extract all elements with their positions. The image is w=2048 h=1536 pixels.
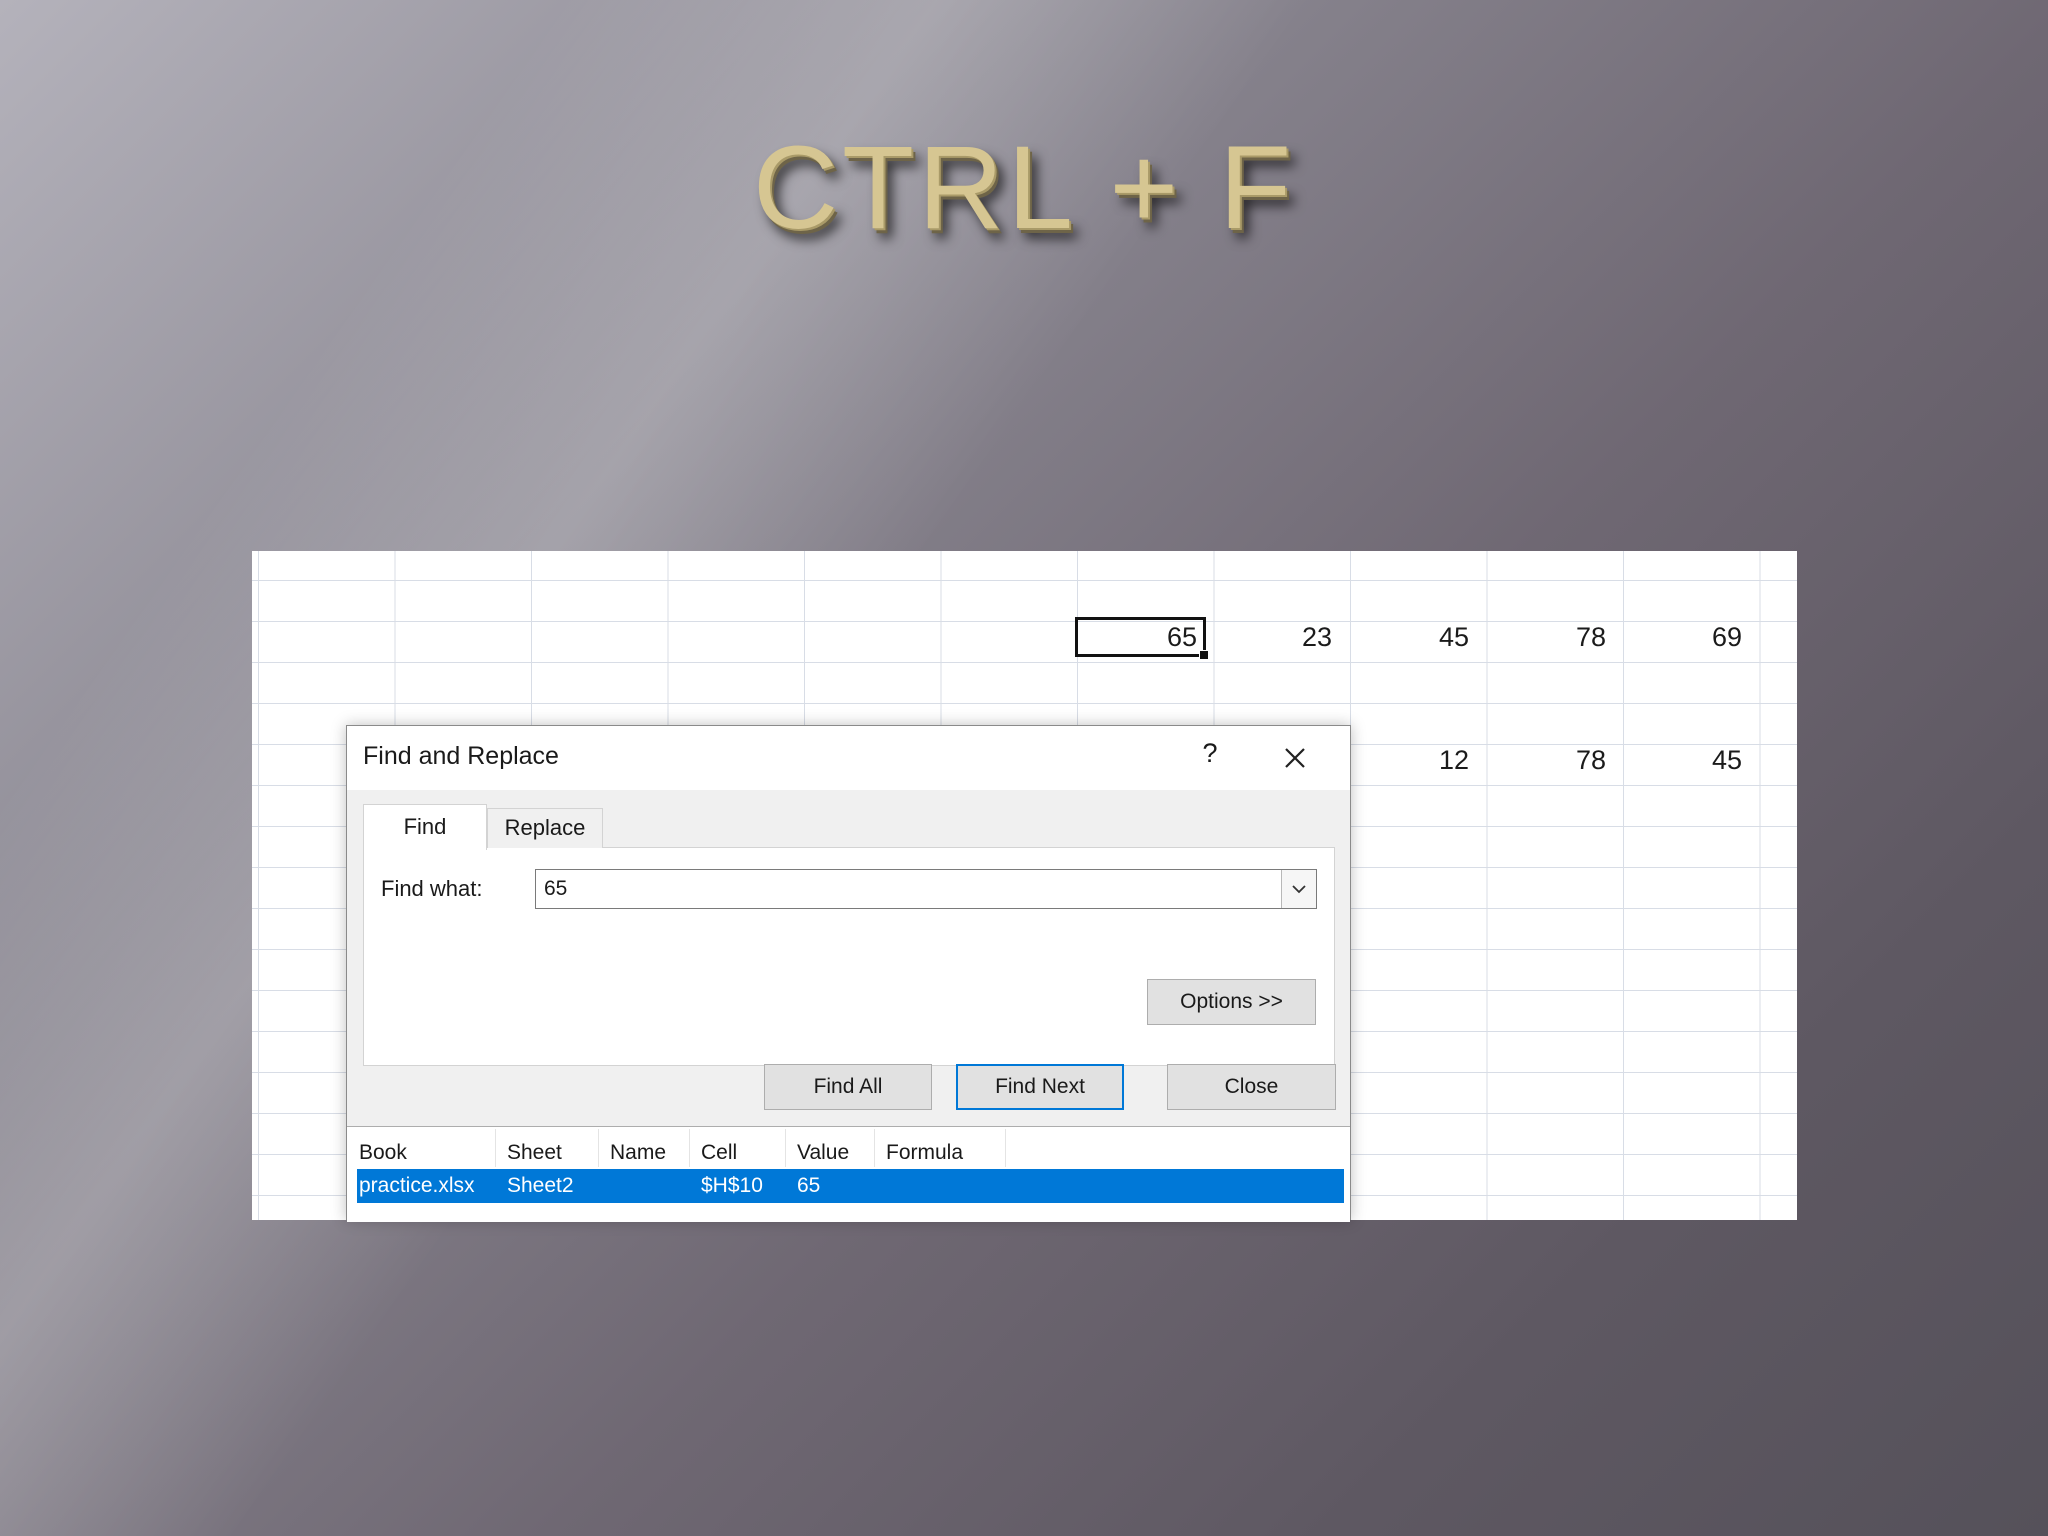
find-what-value[interactable]: 65 — [544, 877, 567, 901]
cell[interactable]: 65 — [1067, 617, 1197, 657]
cell[interactable]: 78 — [1476, 740, 1606, 780]
cell[interactable]: 45 — [1612, 740, 1742, 780]
slide-title: CTRL + F — [752, 122, 1296, 254]
dialog-titlebar[interactable]: Find and Replace ? — [347, 726, 1350, 790]
tab-find[interactable]: Find — [363, 804, 487, 850]
chevron-down-icon[interactable] — [1281, 870, 1316, 908]
close-icon[interactable] — [1275, 738, 1315, 778]
result-sheet: Sheet2 — [507, 1174, 574, 1197]
result-row[interactable]: practice.xlsx Sheet2 $H$10 65 — [357, 1169, 1344, 1203]
find-all-button[interactable]: Find All — [764, 1064, 932, 1110]
column-header-sheet[interactable]: Sheet — [507, 1140, 562, 1166]
column-separator[interactable] — [598, 1129, 599, 1167]
close-button[interactable]: Close — [1167, 1064, 1336, 1110]
help-button[interactable]: ? — [1195, 738, 1225, 769]
column-separator[interactable] — [874, 1129, 875, 1167]
find-and-replace-dialog: Find and Replace ? Find Replace Find wha… — [346, 725, 1351, 1222]
result-cell: $H$10 — [701, 1174, 763, 1197]
results-list[interactable]: Book Sheet Name Cell Value Formula pract… — [347, 1126, 1350, 1222]
options-button[interactable]: Options >> — [1147, 979, 1316, 1025]
cell[interactable]: 12 — [1339, 740, 1469, 780]
column-header-name[interactable]: Name — [610, 1140, 666, 1166]
result-book: practice.xlsx — [359, 1174, 475, 1197]
result-value: 65 — [797, 1174, 821, 1197]
cell[interactable]: 23 — [1202, 617, 1332, 657]
cell[interactable]: 45 — [1339, 617, 1469, 657]
column-separator[interactable] — [495, 1129, 496, 1167]
column-header-value[interactable]: Value — [797, 1140, 849, 1166]
column-separator[interactable] — [785, 1129, 786, 1167]
column-separator[interactable] — [1005, 1129, 1006, 1167]
tab-replace[interactable]: Replace — [487, 808, 603, 848]
column-separator[interactable] — [689, 1129, 690, 1167]
cell[interactable]: 78 — [1476, 617, 1606, 657]
find-next-button[interactable]: Find Next — [956, 1064, 1124, 1110]
cell[interactable]: 69 — [1612, 617, 1742, 657]
column-header-book[interactable]: Book — [359, 1140, 407, 1166]
dialog-title: Find and Replace — [363, 742, 559, 770]
column-header-cell[interactable]: Cell — [701, 1140, 737, 1166]
find-what-input[interactable]: 65 — [535, 869, 1317, 909]
column-header-formula[interactable]: Formula — [886, 1140, 963, 1166]
find-what-label: Find what: — [381, 876, 483, 901]
